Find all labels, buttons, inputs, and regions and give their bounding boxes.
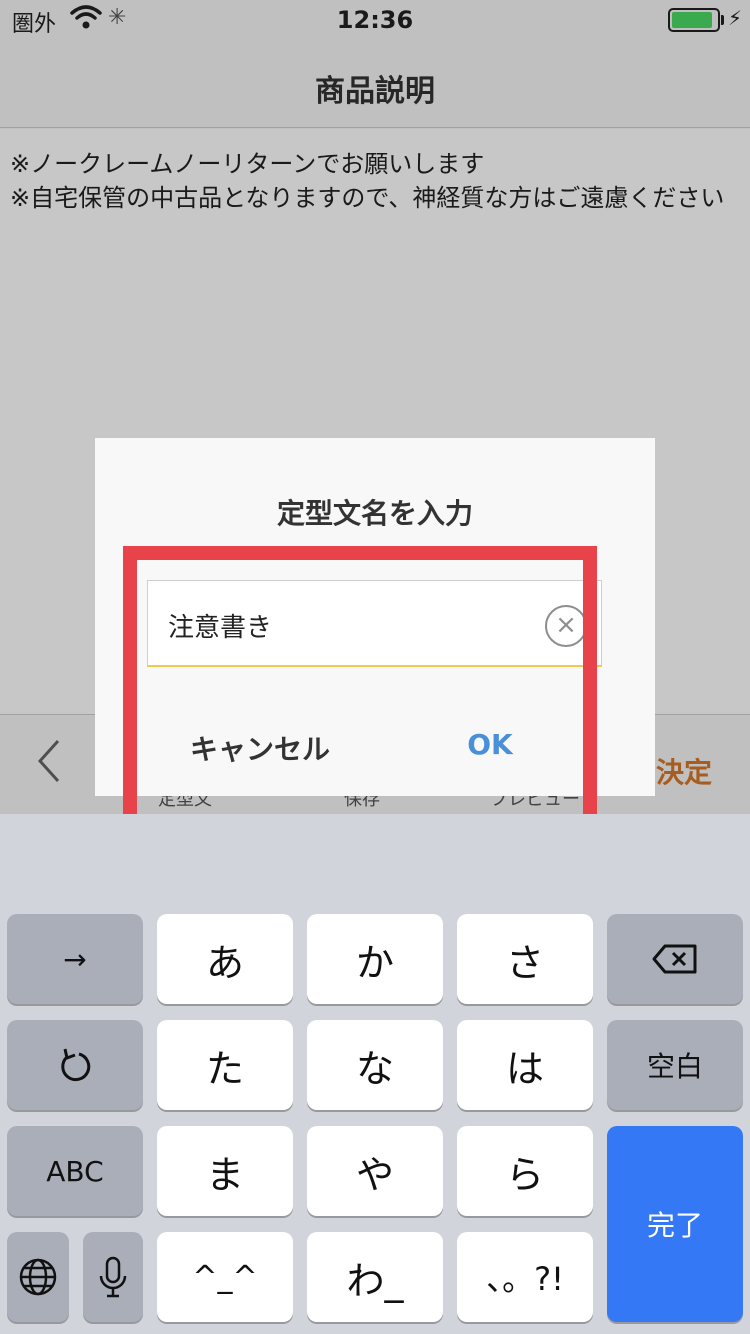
dialog-title: 定型文名を入力 [276, 497, 473, 530]
key-ka[interactable]: か [307, 914, 443, 1004]
key-wa[interactable]: わ_ [307, 1232, 443, 1322]
undo-key[interactable] [7, 1020, 143, 1110]
key-ra[interactable]: ら [457, 1126, 593, 1216]
key-na[interactable]: な [307, 1020, 443, 1110]
abc-key[interactable]: ABC [7, 1126, 143, 1216]
space-key[interactable]: 空白 [607, 1020, 743, 1110]
globe-icon [19, 1258, 57, 1296]
key-sa[interactable]: さ [457, 914, 593, 1004]
undo-icon [61, 1048, 91, 1082]
done-key[interactable]: 完了 [607, 1126, 743, 1322]
key-ha[interactable]: は [457, 1020, 593, 1110]
highlight-box [123, 546, 597, 835]
key-ya[interactable]: や [307, 1126, 443, 1216]
globe-key[interactable] [7, 1232, 69, 1322]
key-a[interactable]: あ [157, 914, 293, 1004]
punctuation-key[interactable]: 、。?! [457, 1232, 593, 1322]
microphone-key[interactable] [83, 1232, 143, 1322]
emoticon-key[interactable]: ^_^ [157, 1232, 293, 1322]
keyboard: → あ か さ た な は 空白 ABC ま や ら 完了 ^_^ わ_ 、。?… [0, 814, 750, 1334]
key-ma[interactable]: ま [157, 1126, 293, 1216]
key-ta[interactable]: た [157, 1020, 293, 1110]
microphone-icon [99, 1256, 127, 1298]
backspace-key[interactable] [607, 914, 743, 1004]
key-arrow[interactable]: → [7, 914, 143, 1004]
backspace-icon [652, 944, 697, 974]
